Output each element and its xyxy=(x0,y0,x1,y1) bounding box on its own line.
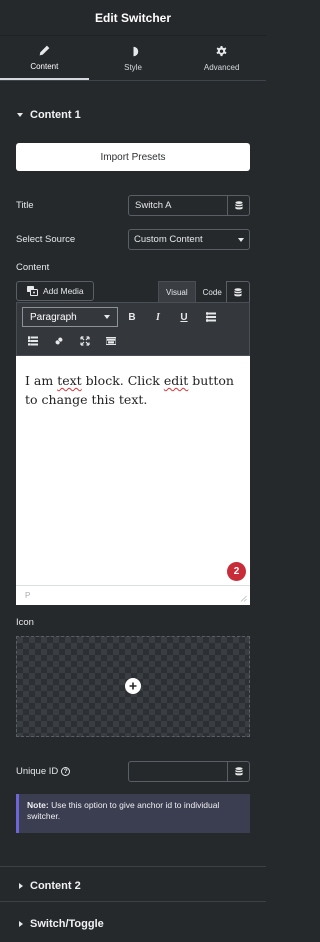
tab-style[interactable]: Style xyxy=(89,37,178,80)
media-icon xyxy=(27,286,38,296)
section-content-2-toggle[interactable]: Content 2 xyxy=(19,880,81,892)
tab-style-label: Style xyxy=(124,62,142,72)
format-select[interactable]: Paragraph xyxy=(22,307,118,327)
bulleted-list-icon xyxy=(206,312,216,322)
italic-button[interactable]: I xyxy=(150,309,166,325)
underline-button[interactable]: U xyxy=(176,309,192,325)
import-presets-button[interactable]: Import Presets xyxy=(16,143,250,171)
editor-status-path: P xyxy=(16,585,250,605)
tab-code[interactable]: Code xyxy=(196,281,229,303)
caret-right-icon xyxy=(19,921,23,927)
bold-button[interactable]: B xyxy=(124,309,140,325)
unique-id-label: Unique ID? xyxy=(16,766,71,777)
add-icon[interactable] xyxy=(125,678,141,694)
bulleted-list-button[interactable] xyxy=(203,309,219,325)
editor-text[interactable]: I am text block. Click edit button to ch… xyxy=(25,371,245,409)
unique-id-dynamic-tags-button[interactable] xyxy=(228,761,250,782)
tab-content-label: Content xyxy=(30,61,59,71)
status-path-label: P xyxy=(25,591,31,600)
section-content-1-title: Content 1 xyxy=(30,109,81,121)
contrast-icon xyxy=(133,46,138,56)
tab-visual[interactable]: Visual xyxy=(158,281,196,303)
content-label: Content xyxy=(16,262,50,273)
divider xyxy=(0,901,266,902)
keyboard-icon xyxy=(106,337,116,345)
link-icon xyxy=(55,337,63,345)
panel-tabs: Content Style Advanced xyxy=(0,37,266,81)
tab-advanced[interactable]: Advanced xyxy=(177,37,266,80)
panel-title: Edit Switcher xyxy=(94,10,171,25)
numbered-list-icon xyxy=(28,336,38,346)
chevron-down-icon xyxy=(238,237,244,242)
title-input[interactable]: Switch A xyxy=(128,195,228,216)
toolbar-toggle-button[interactable] xyxy=(103,333,119,349)
chevron-down-icon xyxy=(104,315,110,319)
caret-right-icon xyxy=(19,883,23,889)
content-dynamic-tags-button[interactable] xyxy=(226,281,250,303)
section-switch-toggle-title: Switch/Toggle xyxy=(30,918,104,930)
select-source-value: Custom Content xyxy=(134,234,203,245)
pencil-icon xyxy=(39,45,50,55)
gear-icon xyxy=(216,45,227,56)
add-media-label: Add Media xyxy=(43,286,84,296)
database-icon xyxy=(234,201,243,210)
fullscreen-button[interactable] xyxy=(77,333,93,349)
panel-header: Edit Switcher xyxy=(0,0,266,36)
insert-link-button[interactable] xyxy=(51,333,67,349)
tab-content[interactable]: Content xyxy=(0,37,89,80)
section-content-1-toggle[interactable]: Content 1 xyxy=(17,109,81,121)
unique-id-input[interactable] xyxy=(128,761,228,782)
help-icon[interactable]: ? xyxy=(61,766,71,776)
title-dynamic-tags-button[interactable] xyxy=(228,195,250,216)
numbered-list-button[interactable] xyxy=(25,333,41,349)
tab-advanced-label: Advanced xyxy=(203,62,240,72)
select-source-dropdown[interactable]: Custom Content xyxy=(128,229,250,250)
resize-handle-icon[interactable] xyxy=(240,594,247,602)
icon-label: Icon xyxy=(16,617,34,628)
notification-badge[interactable]: 2 xyxy=(227,562,246,581)
format-select-value: Paragraph xyxy=(30,311,77,323)
section-switch-toggle-toggle[interactable]: Switch/Toggle xyxy=(19,918,104,930)
editor-mode-tabs: Visual Code xyxy=(158,281,229,303)
add-media-button[interactable]: Add Media xyxy=(16,281,94,301)
database-icon xyxy=(234,287,242,296)
select-source-label: Select Source xyxy=(16,234,76,245)
database-icon xyxy=(234,767,243,776)
unique-id-note: Note: Use this option to give anchor id … xyxy=(16,794,250,833)
fullscreen-icon xyxy=(80,336,90,346)
caret-down-icon xyxy=(17,113,23,117)
title-label: Title xyxy=(16,200,34,211)
divider xyxy=(0,866,266,867)
section-content-2-title: Content 2 xyxy=(30,880,81,892)
